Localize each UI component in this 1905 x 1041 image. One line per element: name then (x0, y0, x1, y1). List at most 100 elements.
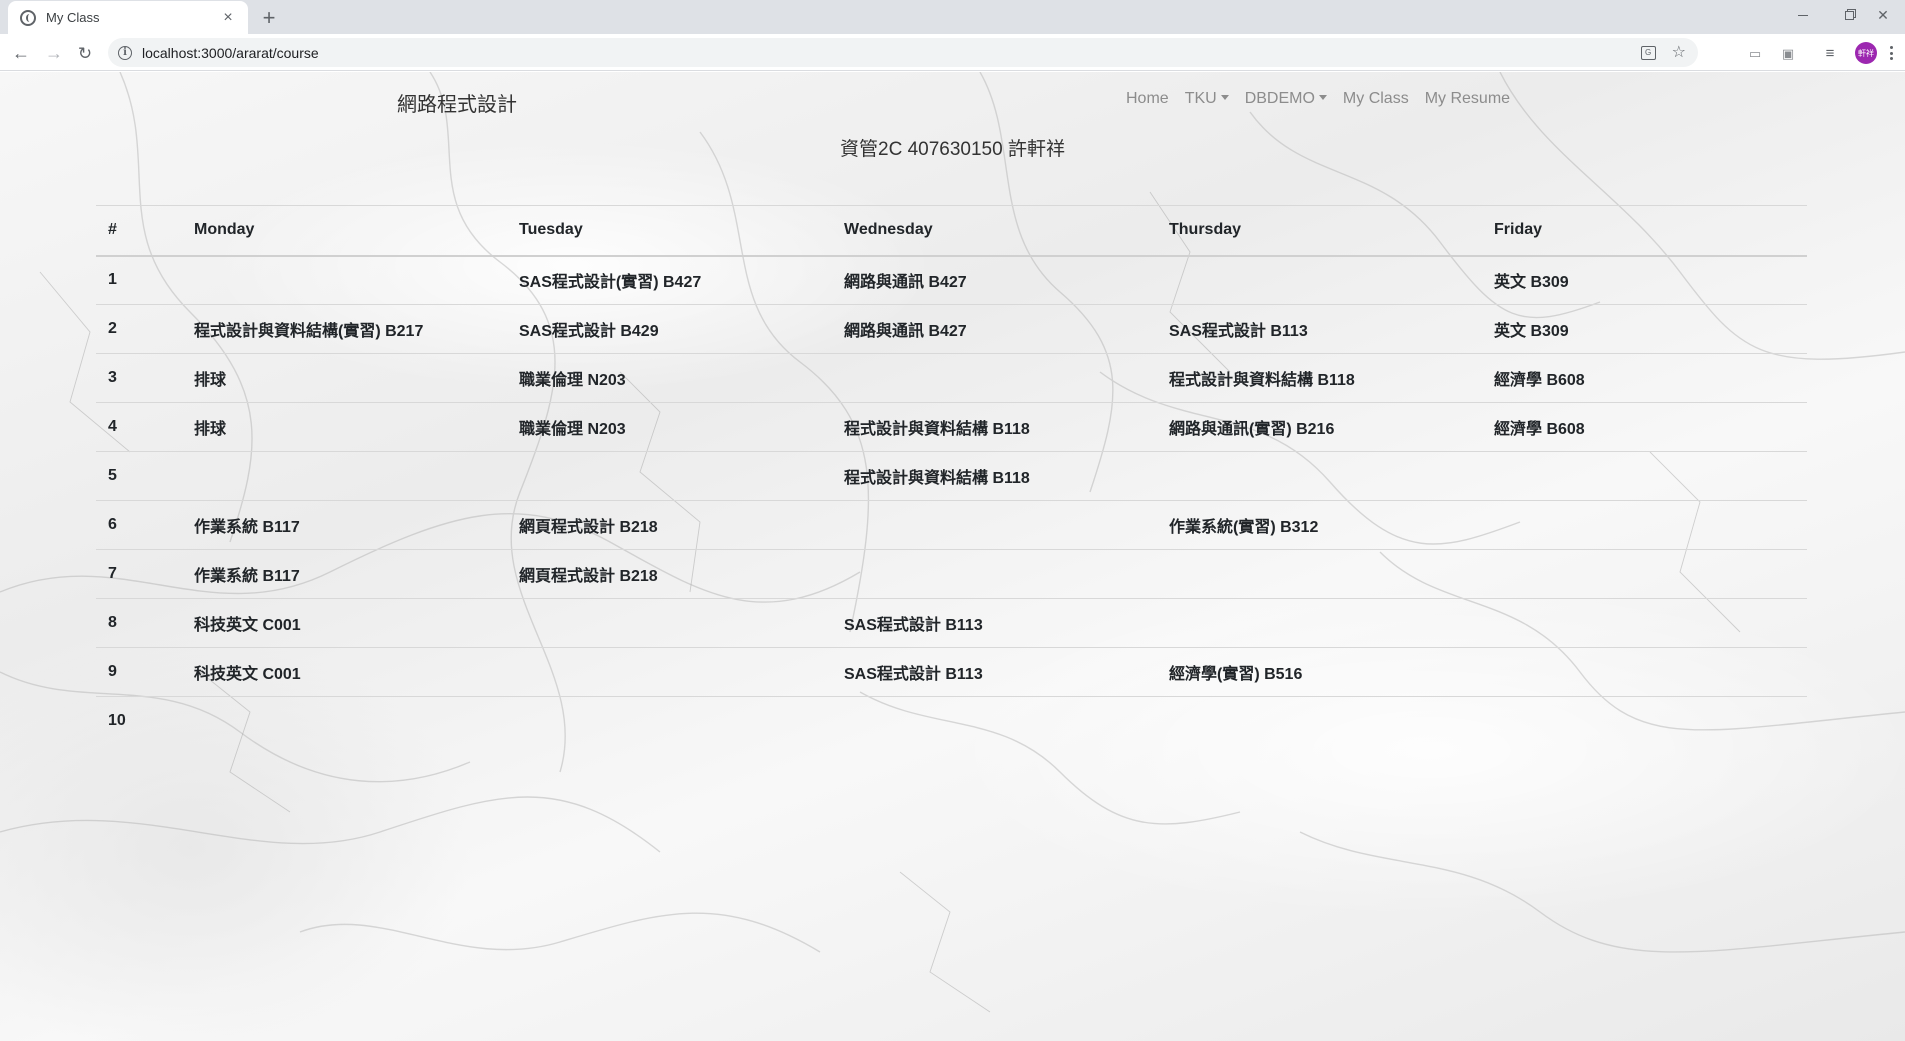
course-cell: 作業系統(實習) B312 (1157, 500, 1482, 550)
course-cell (1482, 549, 1807, 599)
course-cell (1482, 598, 1807, 648)
course-cell (1482, 500, 1807, 550)
student-info: 資管2C 407630150 許軒祥 (840, 139, 1065, 160)
reload-icon[interactable]: ↻ (72, 40, 98, 66)
site-navbar: Home TKU DBDEMO My Class My Resume (1126, 90, 1510, 108)
close-window-icon[interactable]: ✕ (1860, 0, 1905, 30)
table-row: 7 作業系統 B117 網頁程式設計 B218 (96, 549, 1807, 599)
period-cell: 2 (96, 304, 182, 354)
table-row: 1 SAS程式設計(實習) B427 網路與通訊 B427 英文 B309 (96, 255, 1807, 305)
header-monday: Monday (182, 205, 507, 257)
course-cell: 程式設計與資料結構(實習) B217 (182, 304, 507, 354)
course-cell (1157, 549, 1482, 599)
nav-my-class[interactable]: My Class (1343, 90, 1409, 108)
course-cell: SAS程式設計 B429 (507, 304, 832, 354)
course-cell (1482, 647, 1807, 697)
address-bar[interactable]: i localhost:3000/ararat/course G ☆ (108, 38, 1698, 67)
site-info-icon[interactable]: i (118, 45, 132, 60)
nav-tku-label: TKU (1184, 90, 1217, 107)
forward-arrow-icon[interactable]: → (41, 40, 67, 66)
period-cell: 3 (96, 353, 182, 403)
close-tab-icon[interactable]: × (218, 8, 238, 28)
media-control-icon[interactable]: ≡ (1821, 45, 1839, 61)
course-cell: 職業倫理 N203 (507, 402, 832, 452)
course-cell (507, 451, 832, 501)
course-cell: 經濟學 B608 (1482, 402, 1807, 452)
table-row: 8 科技英文 C001 SAS程式設計 B113 (96, 598, 1807, 648)
course-cell: SAS程式設計 B113 (1157, 304, 1482, 354)
back-arrow-icon[interactable]: ← (8, 40, 34, 66)
table-header-row: # Monday Tuesday Wednesday Thursday Frid… (96, 205, 1807, 257)
schedule-body: 1 SAS程式設計(實習) B427 網路與通訊 B427 英文 B309 2 … (96, 255, 1807, 746)
table-row: 2 程式設計與資料結構(實習) B217 SAS程式設計 B429 網路與通訊 … (96, 304, 1807, 354)
course-cell: 排球 (182, 353, 507, 403)
new-tab-button[interactable]: + (256, 5, 282, 31)
course-cell (182, 451, 507, 501)
course-cell: 網路與通訊(實習) B216 (1157, 402, 1482, 452)
course-cell (832, 500, 1157, 550)
header-wednesday: Wednesday (832, 205, 1157, 257)
course-cell (182, 696, 507, 746)
browser-tabstrip: My Class × + ✕ (0, 0, 1905, 34)
course-cell: 程式設計與資料結構 B118 (1157, 353, 1482, 403)
course-cell: SAS程式設計(實習) B427 (507, 255, 832, 305)
course-cell (1157, 598, 1482, 648)
course-cell: 職業倫理 N203 (507, 353, 832, 403)
course-schedule-table: # Monday Tuesday Wednesday Thursday Frid… (96, 205, 1807, 746)
nav-tku-dropdown[interactable]: TKU (1185, 90, 1229, 108)
course-cell (1157, 451, 1482, 501)
course-cell: 程式設計與資料結構 B118 (832, 451, 1157, 501)
page-viewport: 網路程式設計 Home TKU DBDEMO My Class My Resum… (0, 72, 1905, 1041)
nav-my-resume[interactable]: My Resume (1425, 90, 1510, 108)
header-period: # (96, 205, 182, 257)
period-cell: 10 (96, 696, 182, 746)
period-cell: 6 (96, 500, 182, 550)
period-cell: 8 (96, 598, 182, 648)
profile-avatar[interactable]: 軒祥 (1855, 42, 1877, 64)
course-cell: 科技英文 C001 (182, 647, 507, 697)
period-cell: 5 (96, 451, 182, 501)
period-cell: 1 (96, 255, 182, 305)
course-cell (182, 255, 507, 305)
course-cell: 網頁程式設計 B218 (507, 500, 832, 550)
table-row: 10 (96, 696, 1807, 746)
extension-icon[interactable]: ▣ (1779, 45, 1797, 61)
course-cell: 經濟學(實習) B516 (1157, 647, 1482, 697)
nav-dbdemo-dropdown[interactable]: DBDEMO (1245, 90, 1327, 108)
course-cell (1157, 696, 1482, 746)
url-text[interactable]: localhost:3000/ararat/course (142, 45, 319, 61)
course-cell: 網頁程式設計 B218 (507, 549, 832, 599)
nav-home[interactable]: Home (1126, 90, 1169, 108)
course-cell: 英文 B309 (1482, 304, 1807, 354)
course-cell: 作業系統 B117 (182, 549, 507, 599)
table-row: 3 排球 職業倫理 N203 程式設計與資料結構 B118 經濟學 B608 (96, 353, 1807, 403)
course-cell (1482, 696, 1807, 746)
table-row: 9 科技英文 C001 SAS程式設計 B113 經濟學(實習) B516 (96, 647, 1807, 697)
bookmark-star-icon[interactable]: ☆ (1672, 44, 1686, 61)
caret-down-icon (1220, 95, 1229, 100)
course-cell (507, 598, 832, 648)
browser-tab[interactable]: My Class × (8, 1, 248, 34)
course-cell: 經濟學 B608 (1482, 353, 1807, 403)
course-cell (507, 647, 832, 697)
course-cell (1482, 451, 1807, 501)
minimize-window-icon[interactable] (1780, 0, 1826, 30)
course-cell (832, 549, 1157, 599)
caret-down-icon (1318, 95, 1327, 100)
extension-icon[interactable]: ▭ (1746, 45, 1764, 61)
site-brand[interactable]: 網路程式設計 (397, 88, 517, 117)
browser-menu-icon[interactable] (1885, 43, 1897, 63)
course-cell (832, 696, 1157, 746)
period-cell: 9 (96, 647, 182, 697)
tab-title: My Class (46, 10, 100, 25)
translate-icon[interactable]: G (1640, 45, 1656, 60)
header-tuesday: Tuesday (507, 205, 832, 257)
course-cell (1157, 255, 1482, 305)
course-cell: 網路與通訊 B427 (832, 255, 1157, 305)
header-friday: Friday (1482, 205, 1807, 257)
course-cell (507, 696, 832, 746)
course-cell: 程式設計與資料結構 B118 (832, 402, 1157, 452)
page: 網路程式設計 Home TKU DBDEMO My Class My Resum… (0, 72, 1905, 1041)
header-thursday: Thursday (1157, 205, 1482, 257)
table-row: 4 排球 職業倫理 N203 程式設計與資料結構 B118 網路與通訊(實習) … (96, 402, 1807, 452)
